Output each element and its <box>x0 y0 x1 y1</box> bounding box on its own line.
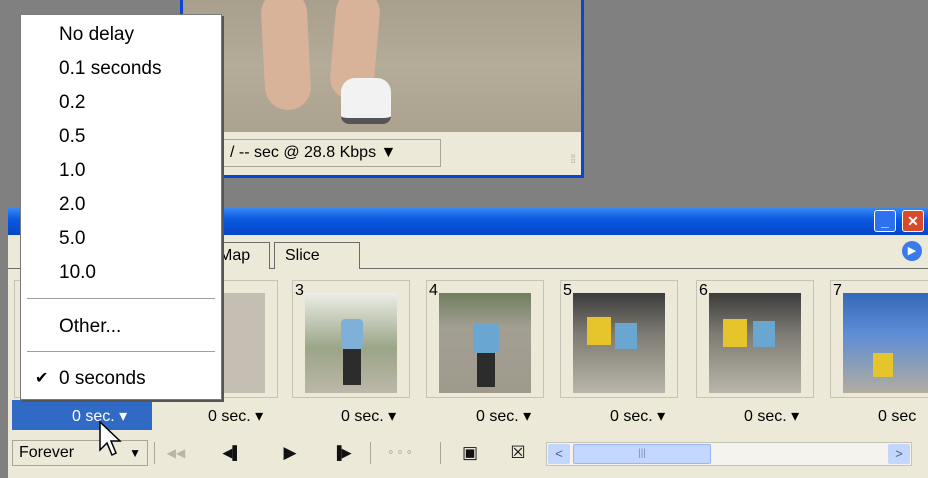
minimize-button[interactable]: _ <box>874 210 896 232</box>
next-frame-icon[interactable]: ▐▶ <box>326 440 358 466</box>
runner-leg-left <box>259 0 313 112</box>
frames-horizontal-scrollbar[interactable]: < ||| > <box>546 442 912 466</box>
loop-value: Forever <box>19 444 75 461</box>
runner-shirt-yellow <box>587 317 611 345</box>
frame-6[interactable]: 6 <box>696 280 814 398</box>
menu-item-5-0[interactable]: 5.0 <box>21 223 221 255</box>
frame-4-delay[interactable]: 0 sec. ▾ <box>476 405 531 429</box>
frame-3[interactable]: 3 <box>292 280 410 398</box>
frame-7-thumbnail <box>843 293 928 393</box>
menu-item-other[interactable]: Other... <box>21 311 221 343</box>
first-frame-icon[interactable]: ◀◀ <box>160 440 192 466</box>
frame-5[interactable]: 5 <box>560 280 678 398</box>
image-status-bar: / -- sec @ 28.8 Kbps ▼ ⁞⁞ <box>183 134 581 172</box>
animation-toolbar: Forever ▼ ◀◀ ◀▌ ▶ ▐▶ ⚬⚬⚬ ▣ ☒ < ||| > <box>8 438 928 470</box>
frame-5-thumbnail <box>573 293 665 393</box>
tab-slice[interactable]: Slice <box>274 242 360 269</box>
runner-legs <box>477 353 495 387</box>
resize-grip-icon[interactable]: ⁞⁞ <box>570 152 576 166</box>
frame-delay-menu: No delay 0.1 seconds 0.2 0.5 1.0 2.0 5.0… <box>20 14 222 400</box>
palette-menu-icon[interactable]: ▶ <box>902 241 922 261</box>
runner-shirt-yellow <box>723 319 747 347</box>
runner-shirt <box>341 319 363 349</box>
runner-legs <box>343 349 361 385</box>
frame-3-delay[interactable]: 0 sec. ▾ <box>341 405 396 429</box>
runner-shirt-blue <box>753 321 775 347</box>
runner-shirt <box>473 323 499 353</box>
checkmark-icon: ✔ <box>35 370 49 387</box>
toolbar-divider <box>440 442 441 464</box>
menu-item-0-seconds[interactable]: ✔ 0 seconds <box>21 363 221 395</box>
frame-4[interactable]: 4 <box>426 280 544 398</box>
frame-number: 7 <box>833 282 842 299</box>
frame-6-thumbnail <box>709 293 801 393</box>
close-button[interactable]: ✕ <box>902 210 924 232</box>
chevron-down-icon: ▼ <box>129 446 141 460</box>
scroll-thumb[interactable]: ||| <box>573 444 711 464</box>
menu-item-2-0[interactable]: 2.0 <box>21 189 221 221</box>
download-time-field[interactable]: / -- sec @ 28.8 Kbps ▼ <box>223 139 441 167</box>
menu-item-0-1-seconds[interactable]: 0.1 seconds <box>21 53 221 85</box>
scroll-left-icon[interactable]: < <box>548 444 570 464</box>
menu-item-10-0[interactable]: 10.0 <box>21 257 221 289</box>
previous-frame-icon[interactable]: ◀▌ <box>216 440 248 466</box>
play-icon[interactable]: ▶ <box>274 440 306 466</box>
frame-4-thumbnail <box>439 293 531 393</box>
toolbar-divider <box>370 442 371 464</box>
frame-number: 6 <box>699 282 708 299</box>
tween-icon[interactable]: ⚬⚬⚬ <box>384 440 416 466</box>
menu-divider <box>27 298 215 299</box>
menu-item-0-seconds-label: 0 seconds <box>59 368 146 389</box>
frame-6-delay[interactable]: 0 sec. ▾ <box>744 405 799 429</box>
frame-number: 5 <box>563 282 572 299</box>
frame-7-delay[interactable]: 0 sec <box>878 405 916 429</box>
menu-divider <box>27 351 215 352</box>
loop-options-select[interactable]: Forever ▼ <box>12 440 148 466</box>
trash-icon[interactable]: ☒ <box>502 440 534 466</box>
menu-item-0-2[interactable]: 0.2 <box>21 87 221 119</box>
frame-2-delay[interactable]: 0 sec. ▾ <box>208 405 263 429</box>
frame-number: 4 <box>429 282 438 299</box>
photo-canvas[interactable] <box>183 0 581 132</box>
runner-shirt-yellow <box>873 353 893 377</box>
runner-shirt-blue <box>615 323 637 349</box>
image-document-window: / -- sec @ 28.8 Kbps ▼ ⁞⁞ <box>180 0 584 178</box>
frame-number: 3 <box>295 282 304 299</box>
toolbar-divider <box>154 442 155 464</box>
frame-7[interactable]: 7 <box>830 280 928 398</box>
frame-3-thumbnail <box>305 293 397 393</box>
runner-shoe <box>341 78 391 124</box>
menu-item-no-delay[interactable]: No delay <box>21 19 221 51</box>
mouse-pointer-icon <box>99 420 122 457</box>
menu-item-1-0[interactable]: 1.0 <box>21 155 221 187</box>
scroll-right-icon[interactable]: > <box>888 444 910 464</box>
frame-5-delay[interactable]: 0 sec. ▾ <box>610 405 665 429</box>
duplicate-frame-icon[interactable]: ▣ <box>454 440 486 466</box>
menu-item-0-5[interactable]: 0.5 <box>21 121 221 153</box>
